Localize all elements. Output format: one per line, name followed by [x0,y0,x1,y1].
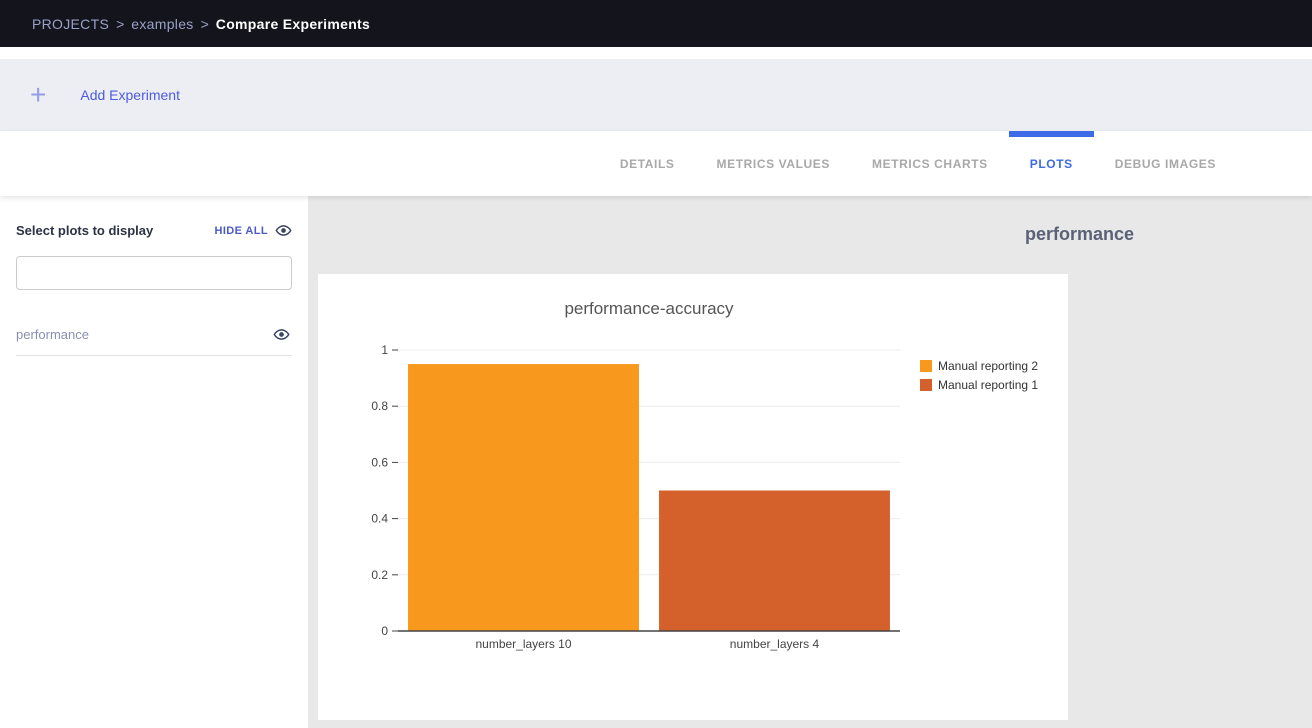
sidebar-title: Select plots to display [16,223,153,238]
svg-text:number_layers 10: number_layers 10 [475,637,571,651]
tab-metrics-charts[interactable]: METRICS CHARTS [851,131,1009,196]
svg-text:1: 1 [381,343,388,357]
svg-text:0.2: 0.2 [371,568,388,582]
content-area: Select plots to display HIDE ALL perform… [0,196,1312,728]
plot-svg[interactable]: 0 0.2 0.4 0.6 0.8 1 number_layers 10 number_lay… [318,274,1068,720]
svg-text:0.6: 0.6 [371,455,388,469]
breadcrumb-item-projects[interactable]: PROJECTS [32,16,109,32]
eye-icon [275,222,292,239]
hide-all-button[interactable]: HIDE ALL [214,222,292,239]
sidebar-header: Select plots to display HIDE ALL [16,222,292,239]
plus-icon[interactable]: + [30,81,46,109]
tab-bar: DETAILS METRICS VALUES METRICS CHARTS PL… [0,131,1312,196]
action-bar: + Add Experiment [0,59,1312,131]
plot-selector-sidebar: Select plots to display HIDE ALL perform… [0,196,308,728]
plot-filter-input[interactable] [16,256,292,290]
metric-group-title: performance [308,196,1312,245]
breadcrumb: PROJECTS > examples > Compare Experiment… [32,16,370,32]
svg-text:Manual reporting 1: Manual reporting 1 [938,378,1038,392]
svg-text:performance-accuracy: performance-accuracy [564,299,734,318]
svg-text:number_layers 4: number_layers 4 [730,637,820,651]
plot-card[interactable]: 0 0.2 0.4 0.6 0.8 1 number_layers 10 number_lay… [318,274,1068,720]
breadcrumb-separator: > [201,16,209,32]
plot-list-item-performance[interactable]: performance [16,316,292,356]
breadcrumb-item-current: Compare Experiments [216,16,370,32]
tab-details[interactable]: DETAILS [599,131,696,196]
tab-debug-images[interactable]: DEBUG IMAGES [1094,131,1237,196]
breadcrumb-bar: PROJECTS > examples > Compare Experiment… [0,0,1312,47]
plots-panel: performance 0 0.2 0.4 0.6 0.8 1 number_layers … [308,196,1312,728]
plot-item-label: performance [16,327,89,342]
tab-plots[interactable]: PLOTS [1009,131,1094,196]
breadcrumb-separator: > [116,16,124,32]
svg-text:0.8: 0.8 [371,399,388,413]
eye-icon[interactable] [273,326,290,343]
svg-text:0.4: 0.4 [371,512,388,526]
add-experiment-button[interactable]: Add Experiment [80,87,180,103]
separator-strip [0,47,1312,59]
hide-all-label: HIDE ALL [214,225,268,237]
plot-list: performance [16,316,292,356]
breadcrumb-item-examples[interactable]: examples [131,16,193,32]
svg-text:0: 0 [381,624,388,638]
svg-text:Manual reporting 2: Manual reporting 2 [938,359,1038,373]
tab-metrics-values[interactable]: METRICS VALUES [696,131,852,196]
